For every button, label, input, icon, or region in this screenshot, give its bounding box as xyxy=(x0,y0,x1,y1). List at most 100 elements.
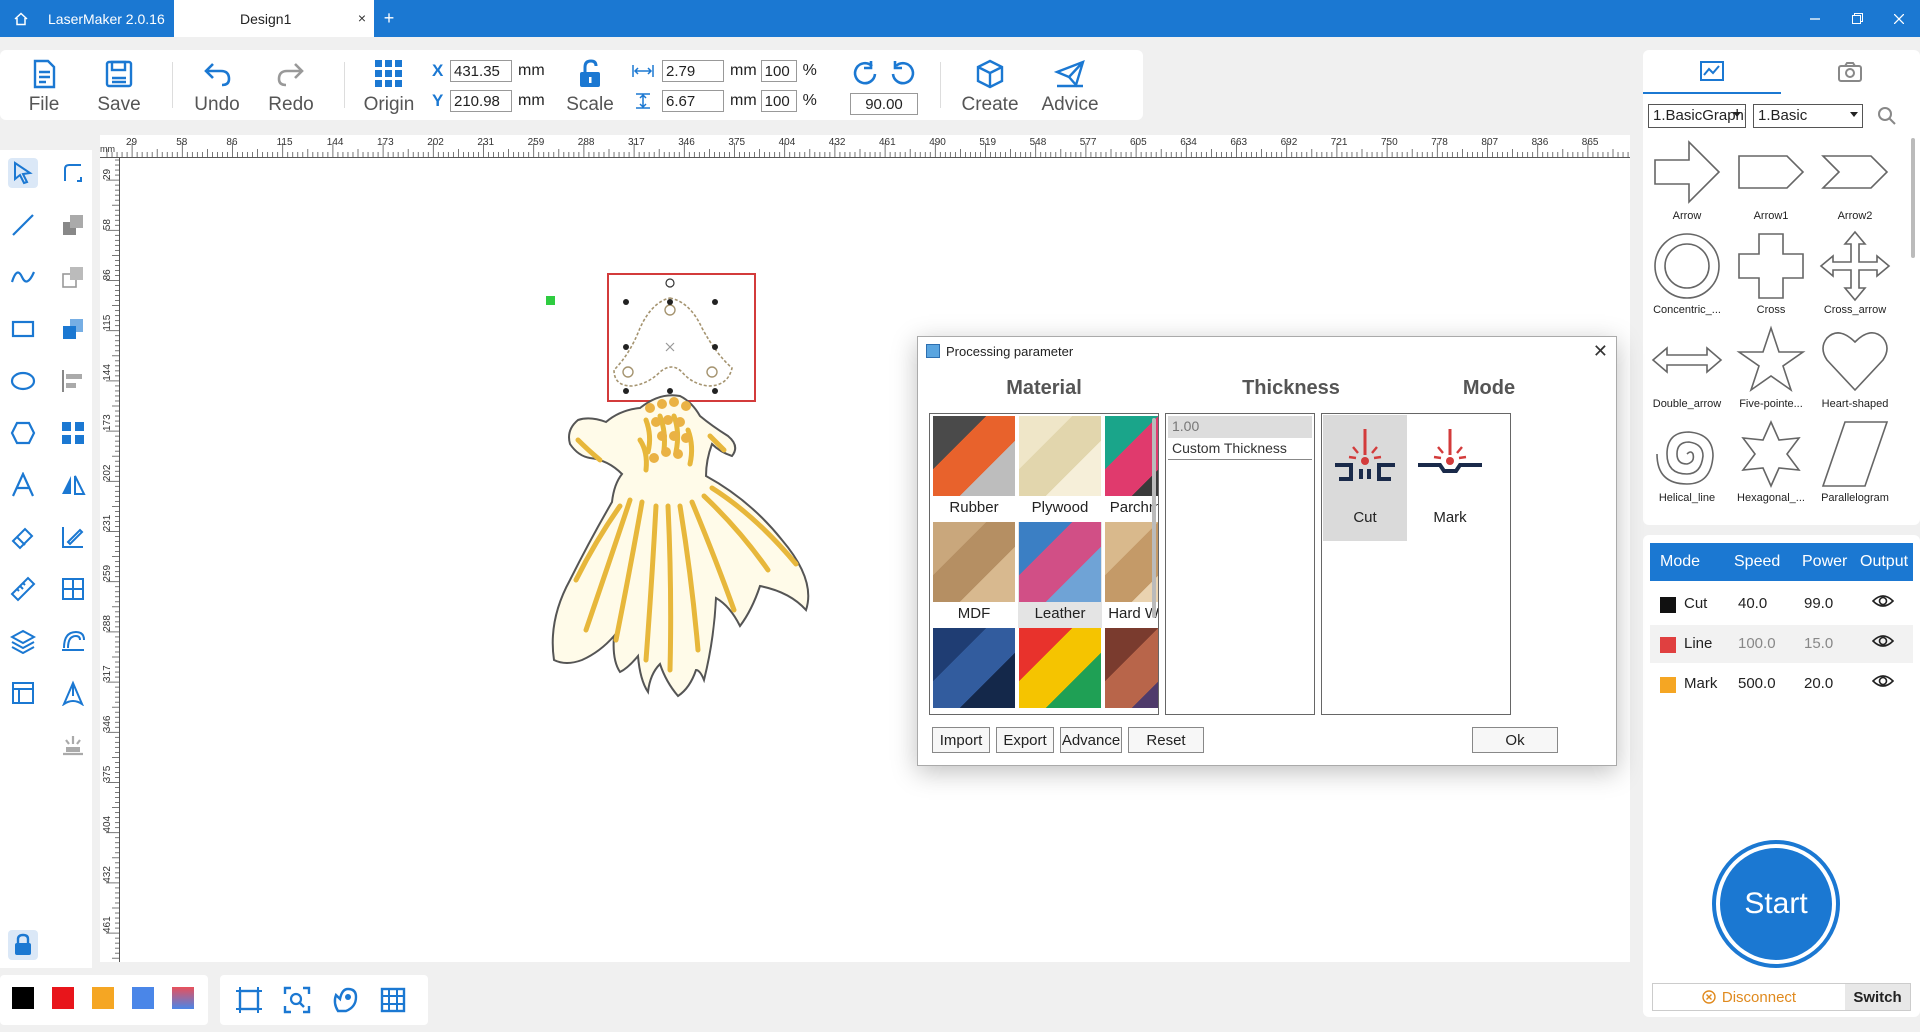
width-percent-input[interactable] xyxy=(760,60,797,82)
rotate-angle-input[interactable] xyxy=(850,93,918,115)
pan-tool-button[interactable] xyxy=(330,985,360,1015)
tab-design1[interactable]: Design1 × xyxy=(174,0,374,37)
disconnect-status[interactable]: Disconnect xyxy=(1653,984,1845,1010)
material-option[interactable] xyxy=(932,628,1016,714)
material-option[interactable]: Plywood xyxy=(1018,416,1102,522)
height-percent-input[interactable] xyxy=(760,90,797,112)
thickness-option-default[interactable]: 1.00 xyxy=(1168,416,1312,438)
shape-concentric-circles[interactable]: Concentric_... xyxy=(1645,230,1729,322)
height-input[interactable] xyxy=(662,90,724,112)
laser-preview-tool[interactable] xyxy=(58,730,88,760)
offset-tool[interactable] xyxy=(58,626,88,656)
material-option[interactable]: MDF xyxy=(932,522,1016,628)
shape-heart[interactable]: Heart-shaped xyxy=(1813,324,1897,416)
redo-button[interactable]: Redo xyxy=(256,58,326,116)
goldfish-image[interactable] xyxy=(551,394,810,698)
x-input[interactable] xyxy=(450,60,512,82)
grid-toggle-button[interactable] xyxy=(378,985,408,1015)
ok-button[interactable]: Ok xyxy=(1472,727,1558,753)
color-swatch-orange[interactable] xyxy=(92,987,114,1009)
subcategory-select[interactable]: 1.Basic xyxy=(1753,104,1863,128)
y-input[interactable] xyxy=(450,90,512,112)
mirror-tool[interactable] xyxy=(58,470,88,500)
export-button[interactable]: Export xyxy=(996,727,1054,753)
create-button[interactable]: Create xyxy=(955,58,1025,116)
shape-arrow[interactable]: Arrow xyxy=(1645,136,1729,228)
home-button[interactable] xyxy=(0,0,42,37)
rotate-ccw-button[interactable] xyxy=(850,58,880,93)
fit-canvas-button[interactable] xyxy=(234,985,264,1015)
shape-list-scrollbar[interactable] xyxy=(1911,138,1915,258)
lock-tool[interactable] xyxy=(8,930,38,960)
origin-button[interactable]: Origin xyxy=(354,58,424,116)
layer-visibility-toggle[interactable] xyxy=(1871,633,1895,653)
width-input[interactable] xyxy=(662,60,724,82)
curve-tool[interactable] xyxy=(8,262,38,292)
array-tool[interactable] xyxy=(58,418,88,448)
material-option[interactable]: Rubber xyxy=(932,416,1016,522)
mode-option-cut[interactable]: Cut xyxy=(1323,415,1407,541)
material-option[interactable]: Hard Wood xyxy=(1104,522,1158,628)
text-tool[interactable] xyxy=(8,470,38,500)
material-option[interactable] xyxy=(1018,628,1102,714)
file-button[interactable]: File xyxy=(9,58,79,116)
layer-row-line[interactable]: Line 100.0 15.0 xyxy=(1650,625,1913,663)
start-button[interactable]: Start xyxy=(1712,840,1840,968)
ellipse-tool[interactable] xyxy=(8,366,38,396)
library-tool[interactable] xyxy=(8,678,38,708)
layer-visibility-toggle[interactable] xyxy=(1871,593,1895,613)
node-edit-tool[interactable] xyxy=(58,158,88,188)
shape-cross-arrow[interactable]: Cross_arrow xyxy=(1813,230,1897,322)
import-button[interactable]: Import xyxy=(932,727,990,753)
color-swatch-gradient[interactable] xyxy=(172,987,194,1009)
close-window-button[interactable] xyxy=(1878,0,1920,37)
scale-lock-button[interactable]: Scale xyxy=(555,58,625,116)
tab-graphics[interactable] xyxy=(1643,50,1781,94)
distribute-tool[interactable] xyxy=(58,574,88,604)
material-option[interactable] xyxy=(1104,628,1158,714)
rectangle-tool[interactable] xyxy=(8,314,38,344)
subtract-tool[interactable] xyxy=(58,262,88,292)
shape-five-pointed-star[interactable]: Five-pointe... xyxy=(1729,324,1813,416)
category-select[interactable]: 1.BasicGraphics xyxy=(1648,104,1746,128)
shape-hexagonal-star[interactable]: Hexagonal_... xyxy=(1729,418,1813,510)
rotate-cw-button[interactable] xyxy=(888,58,918,93)
thickness-option-custom[interactable]: Custom Thickness xyxy=(1168,438,1312,460)
minimize-button[interactable] xyxy=(1794,0,1836,37)
switch-button[interactable]: Switch xyxy=(1845,984,1910,1010)
measure-edit-tool[interactable] xyxy=(58,522,88,552)
shape-arrow2[interactable]: Arrow2 xyxy=(1813,136,1897,228)
dialog-close-button[interactable]: ✕ xyxy=(1593,341,1608,362)
shape-arrow1[interactable]: Arrow1 xyxy=(1729,136,1813,228)
shape-cross[interactable]: Cross xyxy=(1729,230,1813,322)
union-tool[interactable] xyxy=(58,210,88,240)
color-swatch-red[interactable] xyxy=(52,987,74,1009)
advance-button[interactable]: Advance xyxy=(1060,727,1122,753)
maximize-button[interactable] xyxy=(1836,0,1878,37)
line-tool[interactable] xyxy=(8,210,38,240)
undo-button[interactable]: Undo xyxy=(182,58,252,116)
selected-shape[interactable] xyxy=(607,273,756,402)
material-option[interactable]: Leather xyxy=(1018,522,1102,628)
tab-camera[interactable] xyxy=(1781,50,1919,94)
material-option[interactable]: Parchment xyxy=(1104,416,1158,522)
polygon-tool[interactable] xyxy=(8,418,38,448)
material-list-scrollbar[interactable] xyxy=(1152,418,1156,618)
search-button[interactable] xyxy=(1877,106,1897,131)
shape-double-arrow[interactable]: Double_arrow xyxy=(1645,324,1729,416)
layer-row-mark[interactable]: Mark 500.0 20.0 xyxy=(1650,665,1913,703)
zoom-selection-button[interactable] xyxy=(282,985,312,1015)
color-swatch-black[interactable] xyxy=(12,987,34,1009)
reset-button[interactable]: Reset xyxy=(1128,727,1204,753)
color-swatch-blue[interactable] xyxy=(132,987,154,1009)
advice-button[interactable]: Advice xyxy=(1035,58,1105,116)
save-button[interactable]: Save xyxy=(84,58,154,116)
layers-tool[interactable] xyxy=(8,626,38,656)
eraser-tool[interactable] xyxy=(8,522,38,552)
intersect-tool[interactable] xyxy=(58,314,88,344)
ruler-tool[interactable] xyxy=(8,574,38,604)
tab-close-button[interactable]: × xyxy=(358,10,366,26)
mode-option-mark[interactable]: Mark xyxy=(1408,415,1492,541)
shape-parallelogram[interactable]: Parallelogram xyxy=(1813,418,1897,510)
layer-visibility-toggle[interactable] xyxy=(1871,673,1895,693)
